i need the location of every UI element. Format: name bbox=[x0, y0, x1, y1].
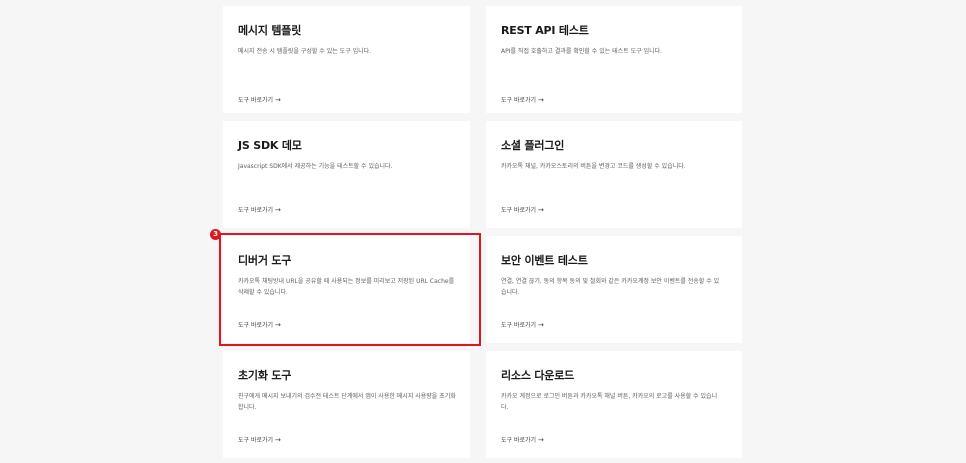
tool-link[interactable]: 도구 바로가기 → bbox=[238, 95, 281, 104]
card-title: 소셜 플러그인 bbox=[501, 139, 565, 152]
tool-card-reset-tool[interactable]: 초기화 도구 친구에게 메시지 보내기의 검수전 테스트 단계에서 앱이 사용한… bbox=[223, 351, 470, 458]
tool-card-js-sdk-demo[interactable]: JS SDK 데모 Javascript SDK에서 제공하는 기능을 테스트할… bbox=[223, 121, 470, 228]
tool-link-label: 도구 바로가기 bbox=[501, 437, 537, 444]
card-title: 리소스 다운로드 bbox=[501, 369, 575, 382]
tool-card-social-plugin[interactable]: 소셜 플러그인 카카오톡 채널, 카카오스토리의 버튼을 변경고 코드를 생성할… bbox=[486, 121, 742, 228]
tool-link[interactable]: 도구 바로가기 → bbox=[501, 320, 544, 329]
tool-card-security-event-test[interactable]: 보안 이벤트 테스트 연결, 연결 끊기, 동의 항목 동의 및 철회와 같은 … bbox=[486, 236, 742, 343]
tool-link-label: 도구 바로가기 bbox=[501, 97, 537, 104]
card-description: 연결, 연결 끊기, 동의 항목 동의 및 철회와 같은 카카오계정 보안 이벤… bbox=[501, 278, 720, 296]
tool-link[interactable]: 도구 바로가기 → bbox=[501, 95, 544, 104]
card-title: 메시지 템플릿 bbox=[238, 24, 302, 37]
highlight-box bbox=[219, 233, 481, 346]
card-description: 친구에게 메시지 보내기의 검수전 테스트 단계에서 앱이 사용한 메시지 사용… bbox=[238, 393, 456, 411]
card-description: 카카오 계정으로 로그인 버튼과 카카오톡 채널 버튼, 카카오의 로고를 사용… bbox=[501, 393, 718, 411]
tool-link-label: 도구 바로가기 bbox=[501, 207, 537, 214]
arrow-right-icon: → bbox=[538, 206, 544, 214]
card-description: 카카오톡 채널, 카카오스토리의 버튼을 변경고 코드를 생성할 수 있습니다. bbox=[501, 163, 686, 170]
arrow-right-icon: → bbox=[275, 206, 281, 214]
tool-card-resource-download[interactable]: 리소스 다운로드 카카오 계정으로 로그인 버튼과 카카오톡 채널 버튼, 카카… bbox=[486, 351, 742, 458]
tool-link[interactable]: 도구 바로가기 → bbox=[238, 205, 281, 214]
tool-link[interactable]: 도구 바로가기 → bbox=[501, 435, 544, 444]
step-marker: 3 bbox=[210, 229, 221, 240]
tool-link-label: 도구 바로가기 bbox=[238, 97, 274, 104]
tool-link[interactable]: 도구 바로가기 → bbox=[238, 435, 281, 444]
arrow-right-icon: → bbox=[538, 436, 544, 444]
tool-card-message-template[interactable]: 메시지 템플릿 메시지 전송 시 템플릿을 구성할 수 있는 도구 입니다. 도… bbox=[223, 6, 470, 113]
tool-link[interactable]: 도구 바로가기 → bbox=[501, 205, 544, 214]
card-title: 초기화 도구 bbox=[238, 369, 292, 382]
arrow-right-icon: → bbox=[538, 96, 544, 104]
tool-link-label: 도구 바로가기 bbox=[501, 322, 537, 329]
card-title: JS SDK 데모 bbox=[238, 139, 302, 152]
card-description: Javascript SDK에서 제공하는 기능을 테스트할 수 있습니다. bbox=[238, 163, 393, 170]
card-title: 보안 이벤트 테스트 bbox=[501, 254, 588, 267]
tool-link-label: 도구 바로가기 bbox=[238, 437, 274, 444]
card-description: API를 직접 호출하고 결과를 확인할 수 있는 테스트 도구 입니다. bbox=[501, 48, 663, 55]
tool-card-rest-api-test[interactable]: REST API 테스트 API를 직접 호출하고 결과를 확인할 수 있는 테… bbox=[486, 6, 742, 113]
tool-link-label: 도구 바로가기 bbox=[238, 207, 274, 214]
card-title: REST API 테스트 bbox=[501, 24, 589, 37]
arrow-right-icon: → bbox=[275, 96, 281, 104]
arrow-right-icon: → bbox=[538, 321, 544, 329]
card-description: 메시지 전송 시 템플릿을 구성할 수 있는 도구 입니다. bbox=[238, 48, 372, 55]
arrow-right-icon: → bbox=[275, 436, 281, 444]
